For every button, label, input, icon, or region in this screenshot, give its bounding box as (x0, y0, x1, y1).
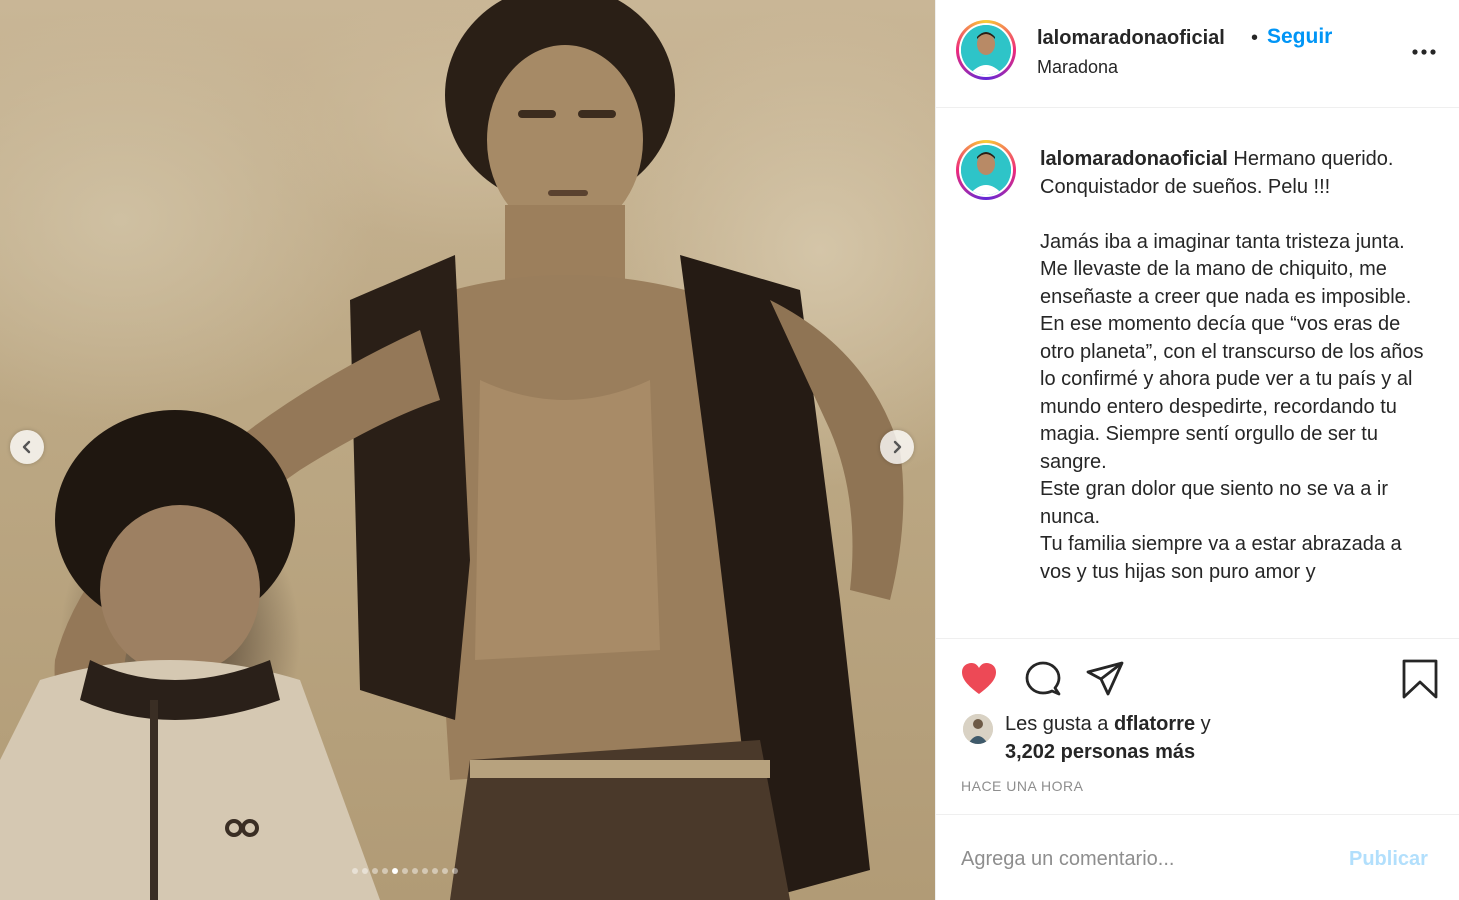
follow-button[interactable]: Seguir (1267, 25, 1332, 49)
carousel-dot (432, 868, 438, 874)
carousel-dot (452, 868, 458, 874)
liker-username[interactable]: dflatorre (1114, 713, 1195, 735)
likes-suffix: y (1195, 713, 1211, 735)
caption-username[interactable]: lalomaradonaoficial (1040, 148, 1228, 170)
publish-button[interactable]: Publicar (1349, 848, 1428, 871)
carousel-dot (422, 868, 428, 874)
comment-icon[interactable] (1022, 658, 1064, 700)
liker-avatar[interactable] (963, 714, 993, 744)
carousel-dot (382, 868, 388, 874)
comment-bar: Publicar (936, 814, 1459, 900)
carousel-dot (412, 868, 418, 874)
bookmark-icon[interactable] (1399, 658, 1441, 700)
post-timestamp[interactable]: HACE UNA HORA (961, 778, 1083, 794)
paper-plane-icon[interactable] (1084, 658, 1126, 700)
likes-count-link[interactable]: 3,202 personas más (1005, 741, 1195, 763)
carousel-dot (352, 868, 358, 874)
carousel-prev-button[interactable] (10, 430, 44, 464)
action-bar (936, 640, 1459, 710)
author-username[interactable]: lalomaradonaoficial (1037, 27, 1225, 50)
carousel-dot (362, 868, 368, 874)
separator-dot: • (1251, 27, 1259, 49)
carousel-indicator (352, 868, 458, 874)
post-side-panel: lalomaradonaoficial • Seguir Maradona la… (935, 0, 1459, 900)
avatar-image (963, 714, 993, 744)
photo-content (0, 0, 904, 900)
post-caption: lalomaradonaoficial Hermano querido. Con… (1040, 146, 1436, 586)
chevron-left-icon (22, 440, 31, 454)
carousel-dot (442, 868, 448, 874)
likes-text: Les gusta a dflatorre y 3,202 personas m… (1005, 710, 1425, 766)
carousel-next-button[interactable] (880, 430, 914, 464)
avatar-image (961, 145, 1011, 195)
caption-text: Hermano querido. Conquistador de sueños.… (1040, 148, 1424, 583)
comment-input[interactable] (961, 845, 1321, 873)
carousel-dot (392, 868, 398, 874)
avatar-image (961, 25, 1011, 75)
caption-author-avatar[interactable] (956, 140, 1016, 200)
carousel-dot (402, 868, 408, 874)
more-dots-icon[interactable] (1410, 40, 1438, 64)
author-avatar[interactable] (956, 20, 1016, 80)
caption-scroll-area[interactable]: lalomaradonaoficial Hermano querido. Con… (936, 108, 1459, 639)
post-photo[interactable] (0, 0, 935, 900)
heart-filled-icon[interactable] (958, 658, 1000, 700)
carousel-dot (372, 868, 378, 874)
likes-prefix: Les gusta a (1005, 713, 1114, 735)
chevron-right-icon (893, 440, 902, 454)
post-location[interactable]: Maradona (1037, 57, 1118, 78)
post-header: lalomaradonaoficial • Seguir Maradona (936, 0, 1459, 108)
